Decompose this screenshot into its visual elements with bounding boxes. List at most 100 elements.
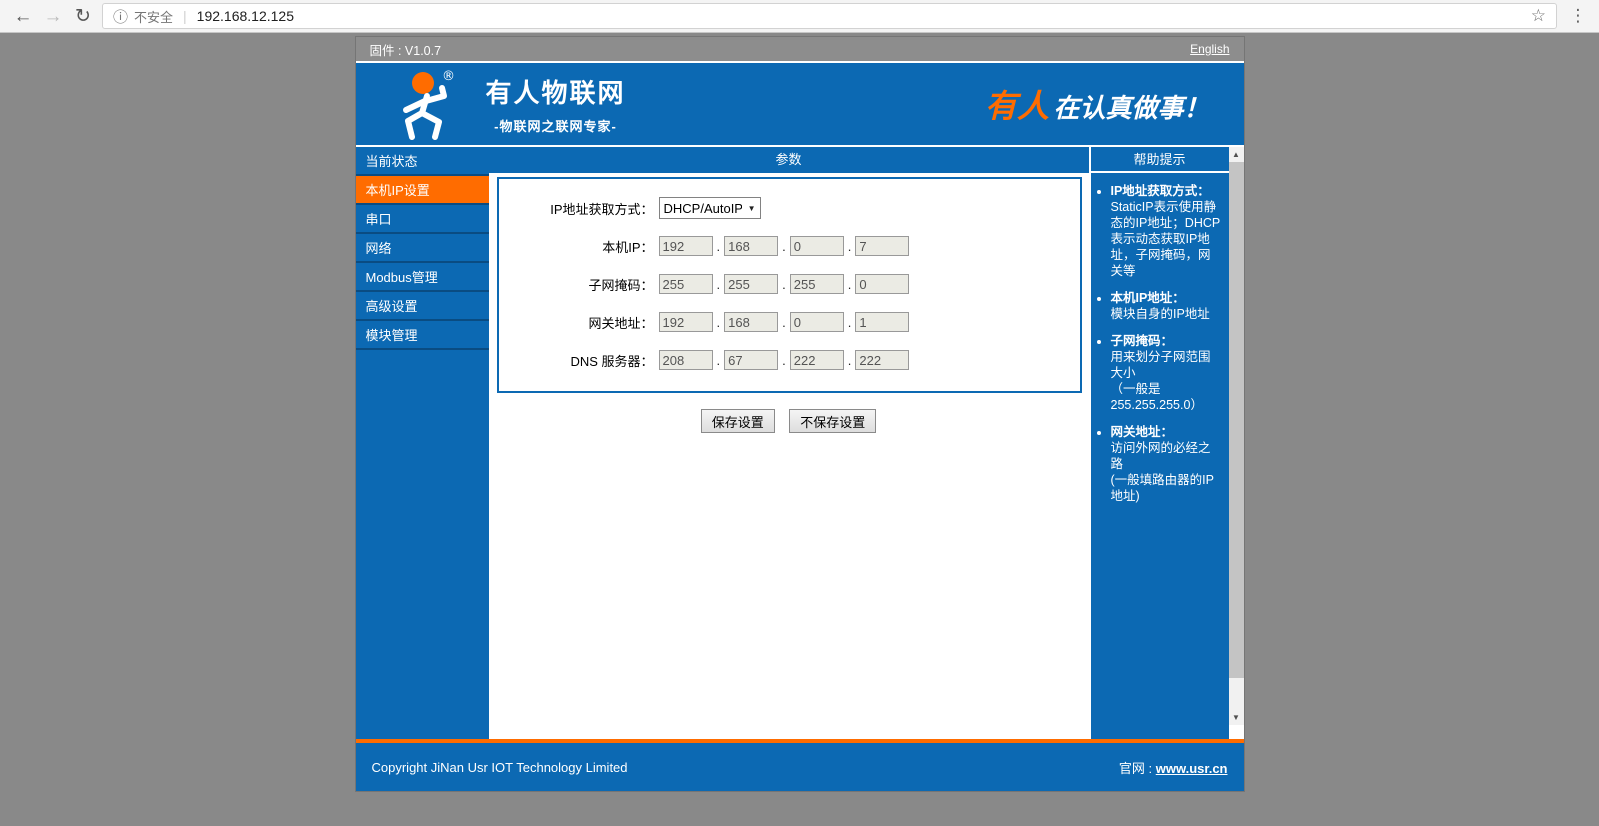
- form-row-subnet-mask: 子网掩码： . . .: [499, 265, 1080, 303]
- site-link-block: 官网 : www.usr.cn: [1119, 758, 1228, 777]
- ip-mode-label: IP地址获取方式：: [499, 199, 659, 218]
- help-term: 子网掩码：: [1111, 334, 1174, 348]
- dot-separator: .: [717, 239, 721, 254]
- site-label: 官网 :: [1119, 761, 1156, 776]
- dot-separator: .: [848, 239, 852, 254]
- subnet-octet-2: [724, 274, 778, 294]
- refresh-icon[interactable]: ↻: [68, 7, 98, 26]
- dot-separator: .: [717, 315, 721, 330]
- page-footer: Copyright JiNan Usr IOT Technology Limit…: [356, 739, 1244, 791]
- gateway-octet-3: [790, 312, 844, 332]
- dot-separator: .: [848, 353, 852, 368]
- help-item: 子网掩码： 用来划分子网范围大小 （一般是 255.255.255.0）: [1111, 333, 1223, 413]
- scrollbar-thumb[interactable]: [1229, 162, 1244, 678]
- form-buttons: 保存设置 不保存设置: [489, 409, 1089, 433]
- sidebar-item-current-status[interactable]: 当前状态: [356, 147, 489, 176]
- help-term: 网关地址：: [1111, 425, 1174, 439]
- address-separator: |: [183, 8, 187, 24]
- dns-label: DNS 服务器：: [499, 351, 659, 370]
- help-panel: 帮助提示 IP地址获取方式： StaticIP表示使用静态的IP地址；DHCP表…: [1089, 147, 1229, 739]
- local-ip-octet-4: [855, 236, 909, 256]
- scroll-down-icon[interactable]: ▼: [1229, 710, 1244, 725]
- slogan-rest: 在认真做事！: [1053, 93, 1209, 123]
- help-term: 本机IP地址：: [1111, 291, 1185, 305]
- address-bar[interactable]: ⓘ 不安全 | 192.168.12.125 ☆: [102, 3, 1557, 29]
- dns-octet-4: [855, 350, 909, 370]
- usr-website-link[interactable]: www.usr.cn: [1156, 761, 1228, 776]
- forward-icon: →: [38, 7, 68, 26]
- subnet-octet-1: [659, 274, 713, 294]
- settings-panel: 参数 IP地址获取方式： DHCP/AutoIP ▼ 本机IP： .: [489, 147, 1089, 739]
- dot-separator: .: [782, 315, 786, 330]
- help-item: 网关地址： 访问外网的必经之路 (一般填路由器的IP地址): [1111, 424, 1223, 504]
- help-item: 本机IP地址： 模块自身的IP地址: [1111, 290, 1223, 322]
- local-ip-label: 本机IP：: [499, 237, 659, 256]
- local-ip-octet-1: [659, 236, 713, 256]
- main-area: 当前状态 本机IP设置 串口 网络 Modbus管理 高级设置 模块管理 参数 …: [356, 147, 1244, 739]
- firmware-version: 固件 : V1.0.7: [370, 40, 442, 59]
- bookmark-star-icon[interactable]: ☆: [1531, 6, 1546, 26]
- slogan-highlight: 有人: [985, 88, 1049, 124]
- gateway-octet-1: [659, 312, 713, 332]
- ip-settings-form: IP地址获取方式： DHCP/AutoIP ▼ 本机IP： . .: [497, 177, 1082, 393]
- ip-mode-select[interactable]: DHCP/AutoIP: [659, 197, 761, 219]
- subnet-octet-3: [790, 274, 844, 294]
- browser-menu-icon[interactable]: ⋮: [1565, 6, 1591, 26]
- dot-separator: .: [717, 277, 721, 292]
- form-row-gateway: 网关地址： . . .: [499, 303, 1080, 341]
- dot-separator: .: [782, 353, 786, 368]
- dot-separator: .: [717, 353, 721, 368]
- dot-separator: .: [848, 277, 852, 292]
- usr-logo-icon: ®: [396, 68, 460, 140]
- save-settings-button[interactable]: 保存设置: [701, 409, 775, 433]
- subnet-mask-label: 子网掩码：: [499, 275, 659, 294]
- gateway-octet-4: [855, 312, 909, 332]
- help-term: IP地址获取方式：: [1111, 184, 1210, 198]
- sidebar-item-module-management[interactable]: 模块管理: [356, 321, 489, 350]
- browser-toolbar: ← → ↻ ⓘ 不安全 | 192.168.12.125 ☆ ⋮: [0, 0, 1599, 33]
- local-ip-octet-2: [724, 236, 778, 256]
- help-desc: 访问外网的必经之路 (一般填路由器的IP地址): [1111, 440, 1223, 504]
- sidebar-item-network[interactable]: 网络: [356, 234, 489, 263]
- local-ip-octet-3: [790, 236, 844, 256]
- help-desc: StaticIP表示使用静态的IP地址；DHCP表示动态获取IP地址，子网掩码，…: [1111, 199, 1223, 279]
- device-config-page: 固件 : V1.0.7 English ® 有人物联网 -物联网之联网专家- 有…: [355, 36, 1245, 792]
- scrollbar-column: ▲ ▼: [1229, 147, 1244, 739]
- form-row-local-ip: 本机IP： . . .: [499, 227, 1080, 265]
- dot-separator: .: [782, 277, 786, 292]
- form-row-dns: DNS 服务器： . . .: [499, 341, 1080, 379]
- vertical-scrollbar[interactable]: ▲ ▼: [1229, 147, 1244, 725]
- ip-mode-select-wrap: DHCP/AutoIP ▼: [659, 197, 761, 219]
- sidebar-item-advanced[interactable]: 高级设置: [356, 292, 489, 321]
- subnet-octet-4: [855, 274, 909, 294]
- dns-octet-1: [659, 350, 713, 370]
- back-icon[interactable]: ←: [8, 7, 38, 26]
- sidebar-item-serial-port[interactable]: 串口: [356, 205, 489, 234]
- brand-title: 有人物联网: [486, 73, 626, 110]
- help-panel-title: 帮助提示: [1091, 147, 1229, 173]
- gateway-label: 网关地址：: [499, 313, 659, 332]
- sidebar-item-modbus[interactable]: Modbus管理: [356, 263, 489, 292]
- brand-subtitle: -物联网之联网专家-: [486, 116, 626, 135]
- scroll-up-icon[interactable]: ▲: [1229, 147, 1244, 162]
- help-desc: 模块自身的IP地址: [1111, 306, 1223, 322]
- brand-slogan: 有人 在认真做事！: [985, 81, 1223, 127]
- panel-title: 参数: [489, 147, 1089, 173]
- sidebar-item-local-ip-settings[interactable]: 本机IP设置: [356, 176, 489, 205]
- help-desc: 用来划分子网范围大小 （一般是 255.255.255.0）: [1111, 349, 1223, 413]
- page-header: ® 有人物联网 -物联网之联网专家- 有人 在认真做事！: [356, 63, 1244, 147]
- svg-text:®: ®: [442, 69, 455, 84]
- security-label: 不安全: [134, 7, 173, 26]
- discard-settings-button[interactable]: 不保存设置: [789, 409, 876, 433]
- dot-separator: .: [848, 315, 852, 330]
- url-text[interactable]: 192.168.12.125: [197, 8, 1531, 24]
- sidebar-menu: 当前状态 本机IP设置 串口 网络 Modbus管理 高级设置 模块管理: [356, 147, 489, 739]
- info-icon[interactable]: ⓘ: [113, 6, 128, 27]
- dns-octet-3: [790, 350, 844, 370]
- help-list: IP地址获取方式： StaticIP表示使用静态的IP地址；DHCP表示动态获取…: [1091, 173, 1229, 504]
- english-link[interactable]: English: [1190, 42, 1229, 56]
- form-row-ip-mode: IP地址获取方式： DHCP/AutoIP ▼: [499, 189, 1080, 227]
- dns-octet-2: [724, 350, 778, 370]
- dot-separator: .: [782, 239, 786, 254]
- help-item: IP地址获取方式： StaticIP表示使用静态的IP地址；DHCP表示动态获取…: [1111, 183, 1223, 279]
